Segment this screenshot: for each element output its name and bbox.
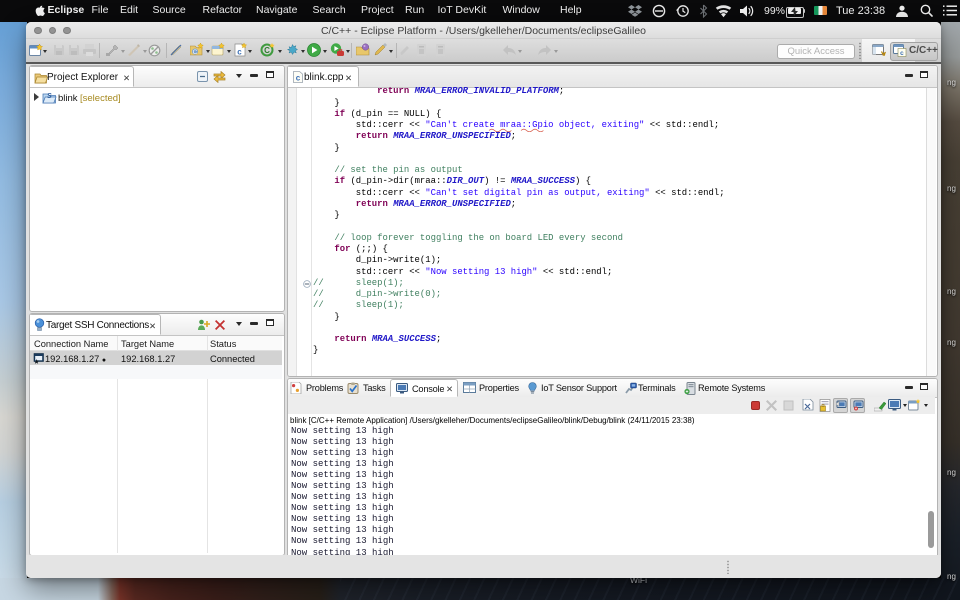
svg-text:c: c	[296, 75, 301, 84]
svg-text:c: c	[237, 49, 242, 58]
svg-text:C: C	[193, 49, 198, 56]
svg-text:S: S	[47, 93, 52, 100]
svg-text:c: c	[900, 50, 904, 57]
svg-text:C: C	[264, 46, 270, 55]
